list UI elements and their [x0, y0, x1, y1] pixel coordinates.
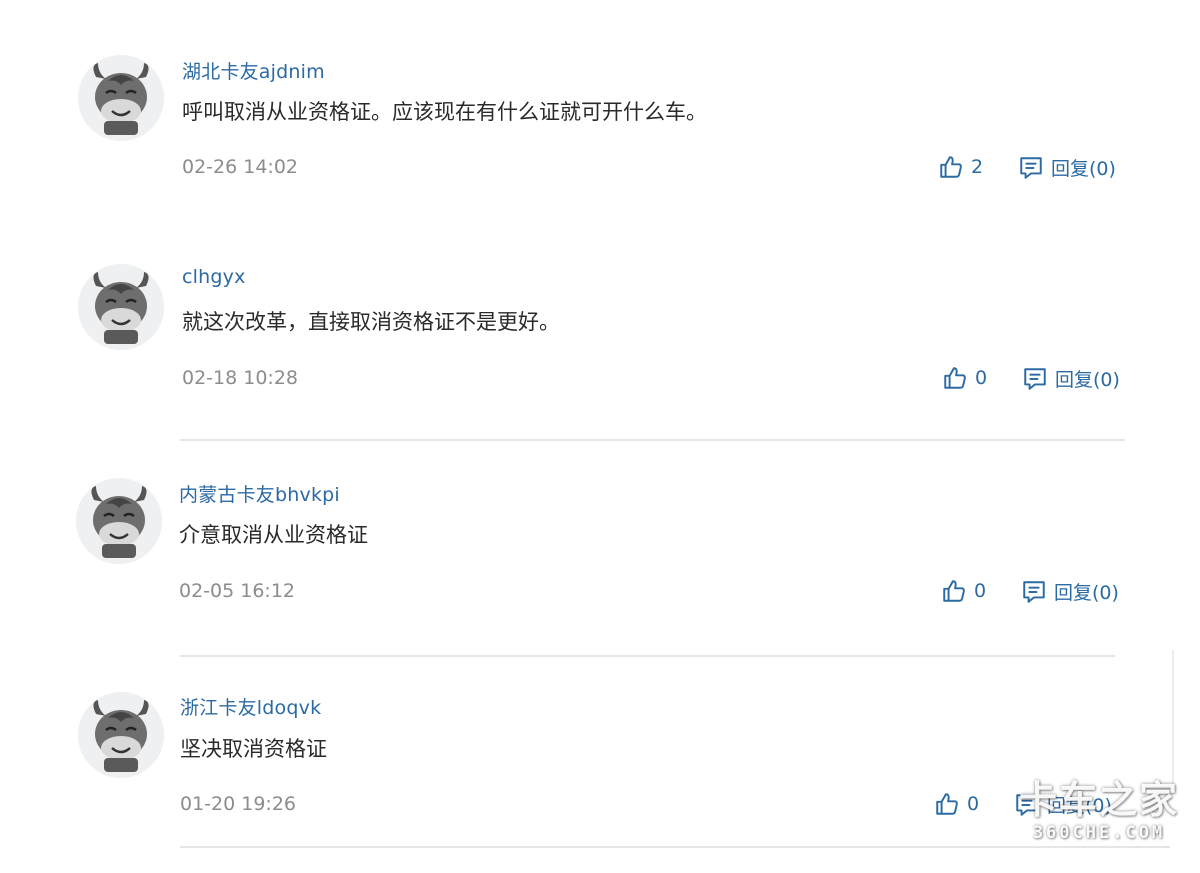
thumbs-up-icon — [936, 793, 958, 815]
comment-divider — [180, 439, 1125, 441]
avatar[interactable] — [76, 478, 162, 564]
reply-button[interactable]: 回复(0) — [1021, 578, 1119, 605]
comment-text: 坚决取消资格证 — [180, 737, 327, 761]
comment-username[interactable]: clhgyx — [182, 266, 246, 288]
reply-button[interactable]: 回复(0) — [1022, 365, 1120, 392]
like-count: 0 — [967, 793, 980, 815]
comment-icon — [1016, 793, 1038, 816]
watermark-domain: 360CHE.COM — [1032, 823, 1166, 843]
reply-label: 回复(0) — [1054, 582, 1119, 604]
like-button[interactable]: 0 — [942, 365, 987, 391]
thumbs-up-icon — [943, 580, 965, 602]
like-count: 0 — [974, 580, 987, 602]
comment-divider — [180, 846, 1170, 848]
reply-label: 回复(0) — [1047, 795, 1112, 817]
comment-icon — [1024, 367, 1046, 390]
thumbs-up-icon — [944, 367, 966, 389]
comment-time: 01-20 19:26 — [180, 793, 297, 815]
comment-text: 介意取消从业资格证 — [179, 523, 368, 547]
frame-edge — [1172, 650, 1174, 790]
comment-time: 02-05 16:12 — [179, 580, 296, 602]
like-count: 0 — [975, 367, 988, 389]
comments-page: 湖北卡友ajdnim 呼叫取消从业资格证。应该现在有什么证就可开什么车。 02-… — [0, 0, 1200, 873]
bull-avatar-icon — [78, 692, 164, 778]
comment-item: 浙江卡友ldoqvk 坚决取消资格证 01-20 19:26 0 回复(0) — [0, 0, 1200, 817]
bull-avatar-icon — [78, 264, 164, 350]
avatar[interactable] — [78, 264, 164, 350]
like-button[interactable]: 0 — [934, 791, 979, 817]
comment-divider — [180, 655, 1115, 657]
bull-avatar-icon — [76, 478, 162, 564]
reply-label: 回复(0) — [1055, 369, 1120, 391]
reply-button[interactable]: 回复(0) — [1014, 791, 1112, 818]
like-button[interactable]: 0 — [941, 578, 986, 604]
avatar[interactable] — [78, 692, 164, 778]
comment-username[interactable]: 内蒙古卡友bhvkpi — [179, 480, 340, 507]
comment-time: 02-18 10:28 — [182, 367, 299, 389]
comment-username[interactable]: 浙江卡友ldoqvk — [180, 693, 321, 720]
comment-text: 就这次改革，直接取消资格证不是更好。 — [182, 310, 560, 334]
comment-icon — [1023, 580, 1045, 603]
